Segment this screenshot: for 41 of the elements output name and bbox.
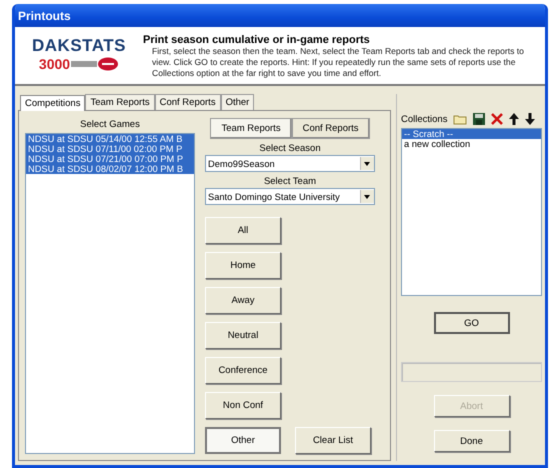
game-item[interactable]: NDSU at SDSU 07/21/00 07:00 PM P — [26, 154, 194, 164]
new-folder-icon[interactable] — [453, 113, 468, 125]
filter-button[interactable]: Conference — [205, 357, 281, 384]
logo-wordmark: DAKSTATS — [32, 36, 126, 56]
collection-item[interactable]: a new collection — [402, 139, 541, 149]
filter-button[interactable]: Other — [205, 427, 281, 454]
down-arrow-icon[interactable] — [525, 113, 536, 125]
collections-list[interactable]: -- Scratch -- a new collection — [401, 128, 542, 296]
tab[interactable]: Conf Reports — [154, 94, 221, 110]
game-item[interactable]: NDSU at SDSU 05/14/00 12:55 AM B — [26, 134, 194, 144]
go-button[interactable]: GO — [434, 312, 510, 334]
game-item[interactable]: NDSU at SDSU 07/11/00 02:00 PM P — [26, 144, 194, 154]
logo-number: 3000 — [38, 56, 70, 72]
filter-button[interactable]: Neutral — [205, 322, 281, 349]
report-tab[interactable]: Conf Reports — [292, 118, 370, 139]
game-item[interactable]: NDSU at SDSU 08/02/07 12:00 PM B — [26, 164, 194, 174]
football-icon — [71, 57, 120, 72]
season-label: Select Season — [258, 143, 322, 154]
filter-button[interactable]: Home — [205, 252, 281, 279]
window-title: Printouts — [18, 8, 71, 23]
filter-button[interactable]: Away — [205, 287, 281, 314]
season-dropdown[interactable]: Demo99Season — [205, 155, 375, 172]
games-list[interactable]: NDSU at SDSU 05/14/00 12:55 AM B NDSU at SDSU 07/11/00 02:00 PM P NDSU at SDSU 07/21/00 07:00 PM P NDSU at SDSU 08/02/07 12:00 PM B — [25, 133, 195, 454]
tab[interactable]: Competitions — [20, 95, 86, 111]
tab[interactable]: Team Reports — [85, 94, 155, 110]
clear-list-button[interactable]: Clear List — [295, 427, 371, 454]
header-heading: Print season cumulative or in-game reports — [143, 34, 371, 46]
filter-button[interactable]: All — [205, 217, 281, 244]
header-hint: First, select the season then the team. Next, select the Team Reports tab and check the reports to view. Click GO to create the reports. Hint: If you repeatedly run the same sets of reports use the Collections option at the far right to save you time and effort. — [151, 46, 525, 80]
team-dropdown[interactable]: Santo Domingo State University — [205, 188, 375, 205]
collections-label: Collections — [401, 114, 448, 124]
save-icon[interactable] — [473, 113, 486, 125]
up-arrow-icon[interactable] — [509, 113, 520, 125]
report-tab[interactable]: Team Reports — [210, 118, 292, 139]
games-label: Select Games — [79, 119, 141, 130]
team-label: Select Team — [262, 176, 318, 187]
done-button[interactable]: Done — [434, 430, 510, 452]
collection-item[interactable]: -- Scratch -- — [402, 129, 541, 139]
tab[interactable]: Other — [220, 94, 254, 110]
filter-button[interactable]: Non Conf — [205, 392, 281, 419]
delete-icon[interactable] — [491, 113, 504, 125]
